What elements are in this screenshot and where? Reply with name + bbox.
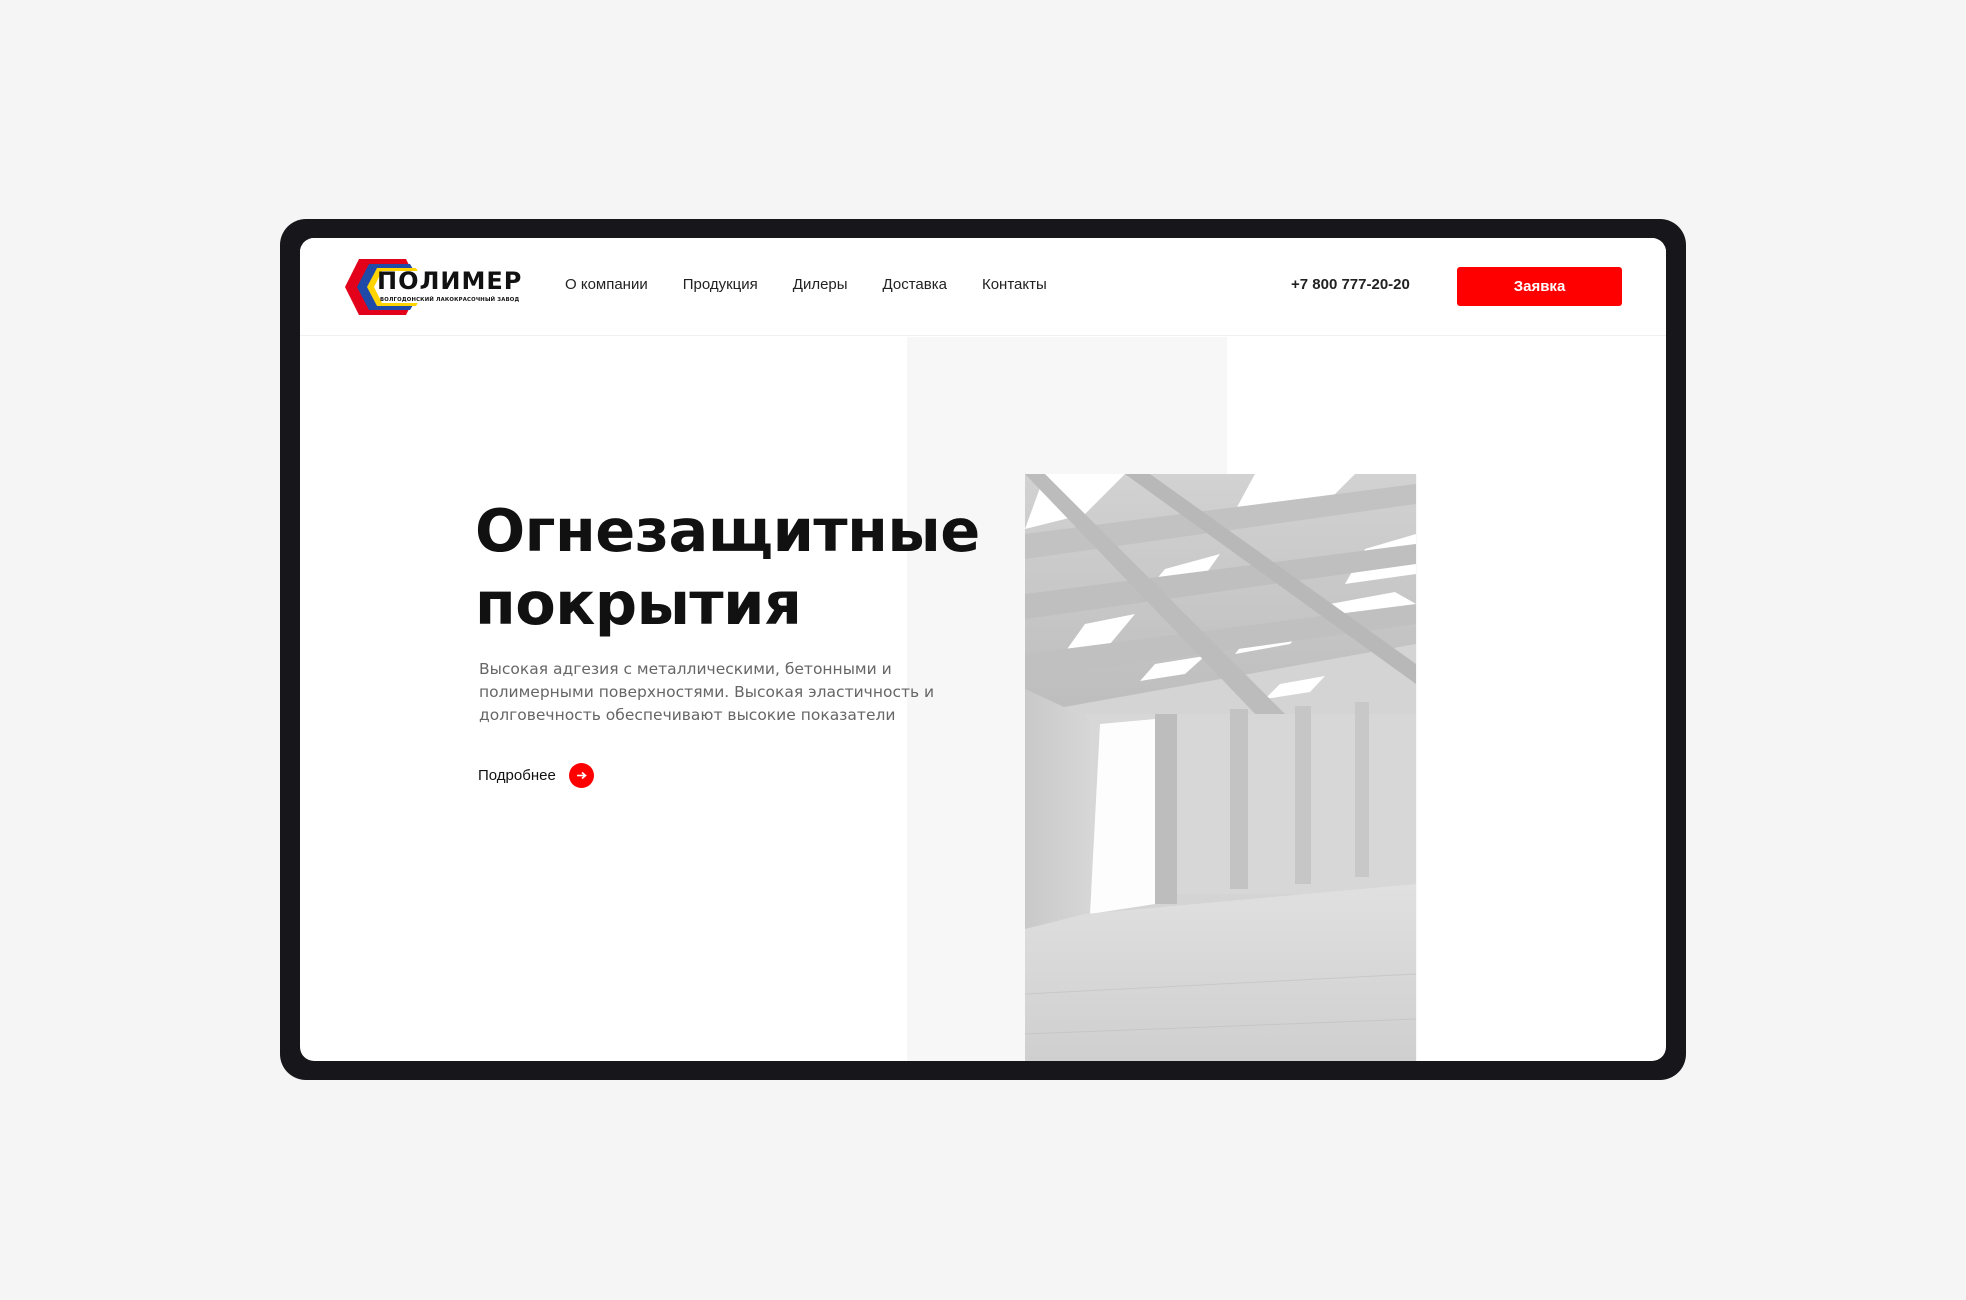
hero-description-line: полимерными поверхностями. Высокая эласт… [479,683,935,701]
request-button[interactable]: Заявка [1457,267,1622,306]
brand-name: ПОЛИМЕР [377,267,523,295]
hero-description-line: долговечность обеспечивают высокие показ… [479,706,896,724]
arrow-right-icon[interactable] [568,763,594,788]
nav-item-delivery[interactable]: Доставка [883,276,947,293]
brand-logo[interactable]: ПОЛИМЕР ВОЛГОДОНСКИЙ ЛАКОКРАСОЧНЫЙ ЗАВОД [342,257,524,317]
hero-description-line: Высокая адгезия с металлическими, бетонн… [479,660,892,678]
more-link[interactable]: Подробнее [478,763,594,788]
hero-description: Высокая адгезия с металлическими, бетонн… [479,658,939,727]
more-link-label: Подробнее [478,767,556,784]
screen: ПОЛИМЕР ВОЛГОДОНСКИЙ ЛАКОКРАСОЧНЫЙ ЗАВОД… [300,238,1666,1061]
nav-item-products[interactable]: Продукция [683,276,758,293]
hero-title: Огнезащитные покрытия [475,494,1035,640]
device-frame: ПОЛИМЕР ВОЛГОДОНСКИЙ ЛАКОКРАСОЧНЫЙ ЗАВОД… [280,219,1686,1080]
concrete-interior-photo [1025,474,1416,1061]
nav-item-about[interactable]: О компании [565,276,648,293]
phone-link[interactable]: +7 800 777-20-20 [1291,276,1410,293]
hero-title-line: покрытия [475,569,802,638]
main-nav: О компании Продукция Дилеры Доставка Кон… [565,276,1082,293]
nav-item-dealers[interactable]: Дилеры [793,276,848,293]
hero-title-line: Огнезащитные [475,496,980,565]
nav-item-contacts[interactable]: Контакты [982,276,1047,293]
brand-tagline: ВОЛГОДОНСКИЙ ЛАКОКРАСОЧНЫЙ ЗАВОД [380,297,520,303]
site-header: ПОЛИМЕР ВОЛГОДОНСКИЙ ЛАКОКРАСОЧНЫЙ ЗАВОД… [300,238,1666,336]
